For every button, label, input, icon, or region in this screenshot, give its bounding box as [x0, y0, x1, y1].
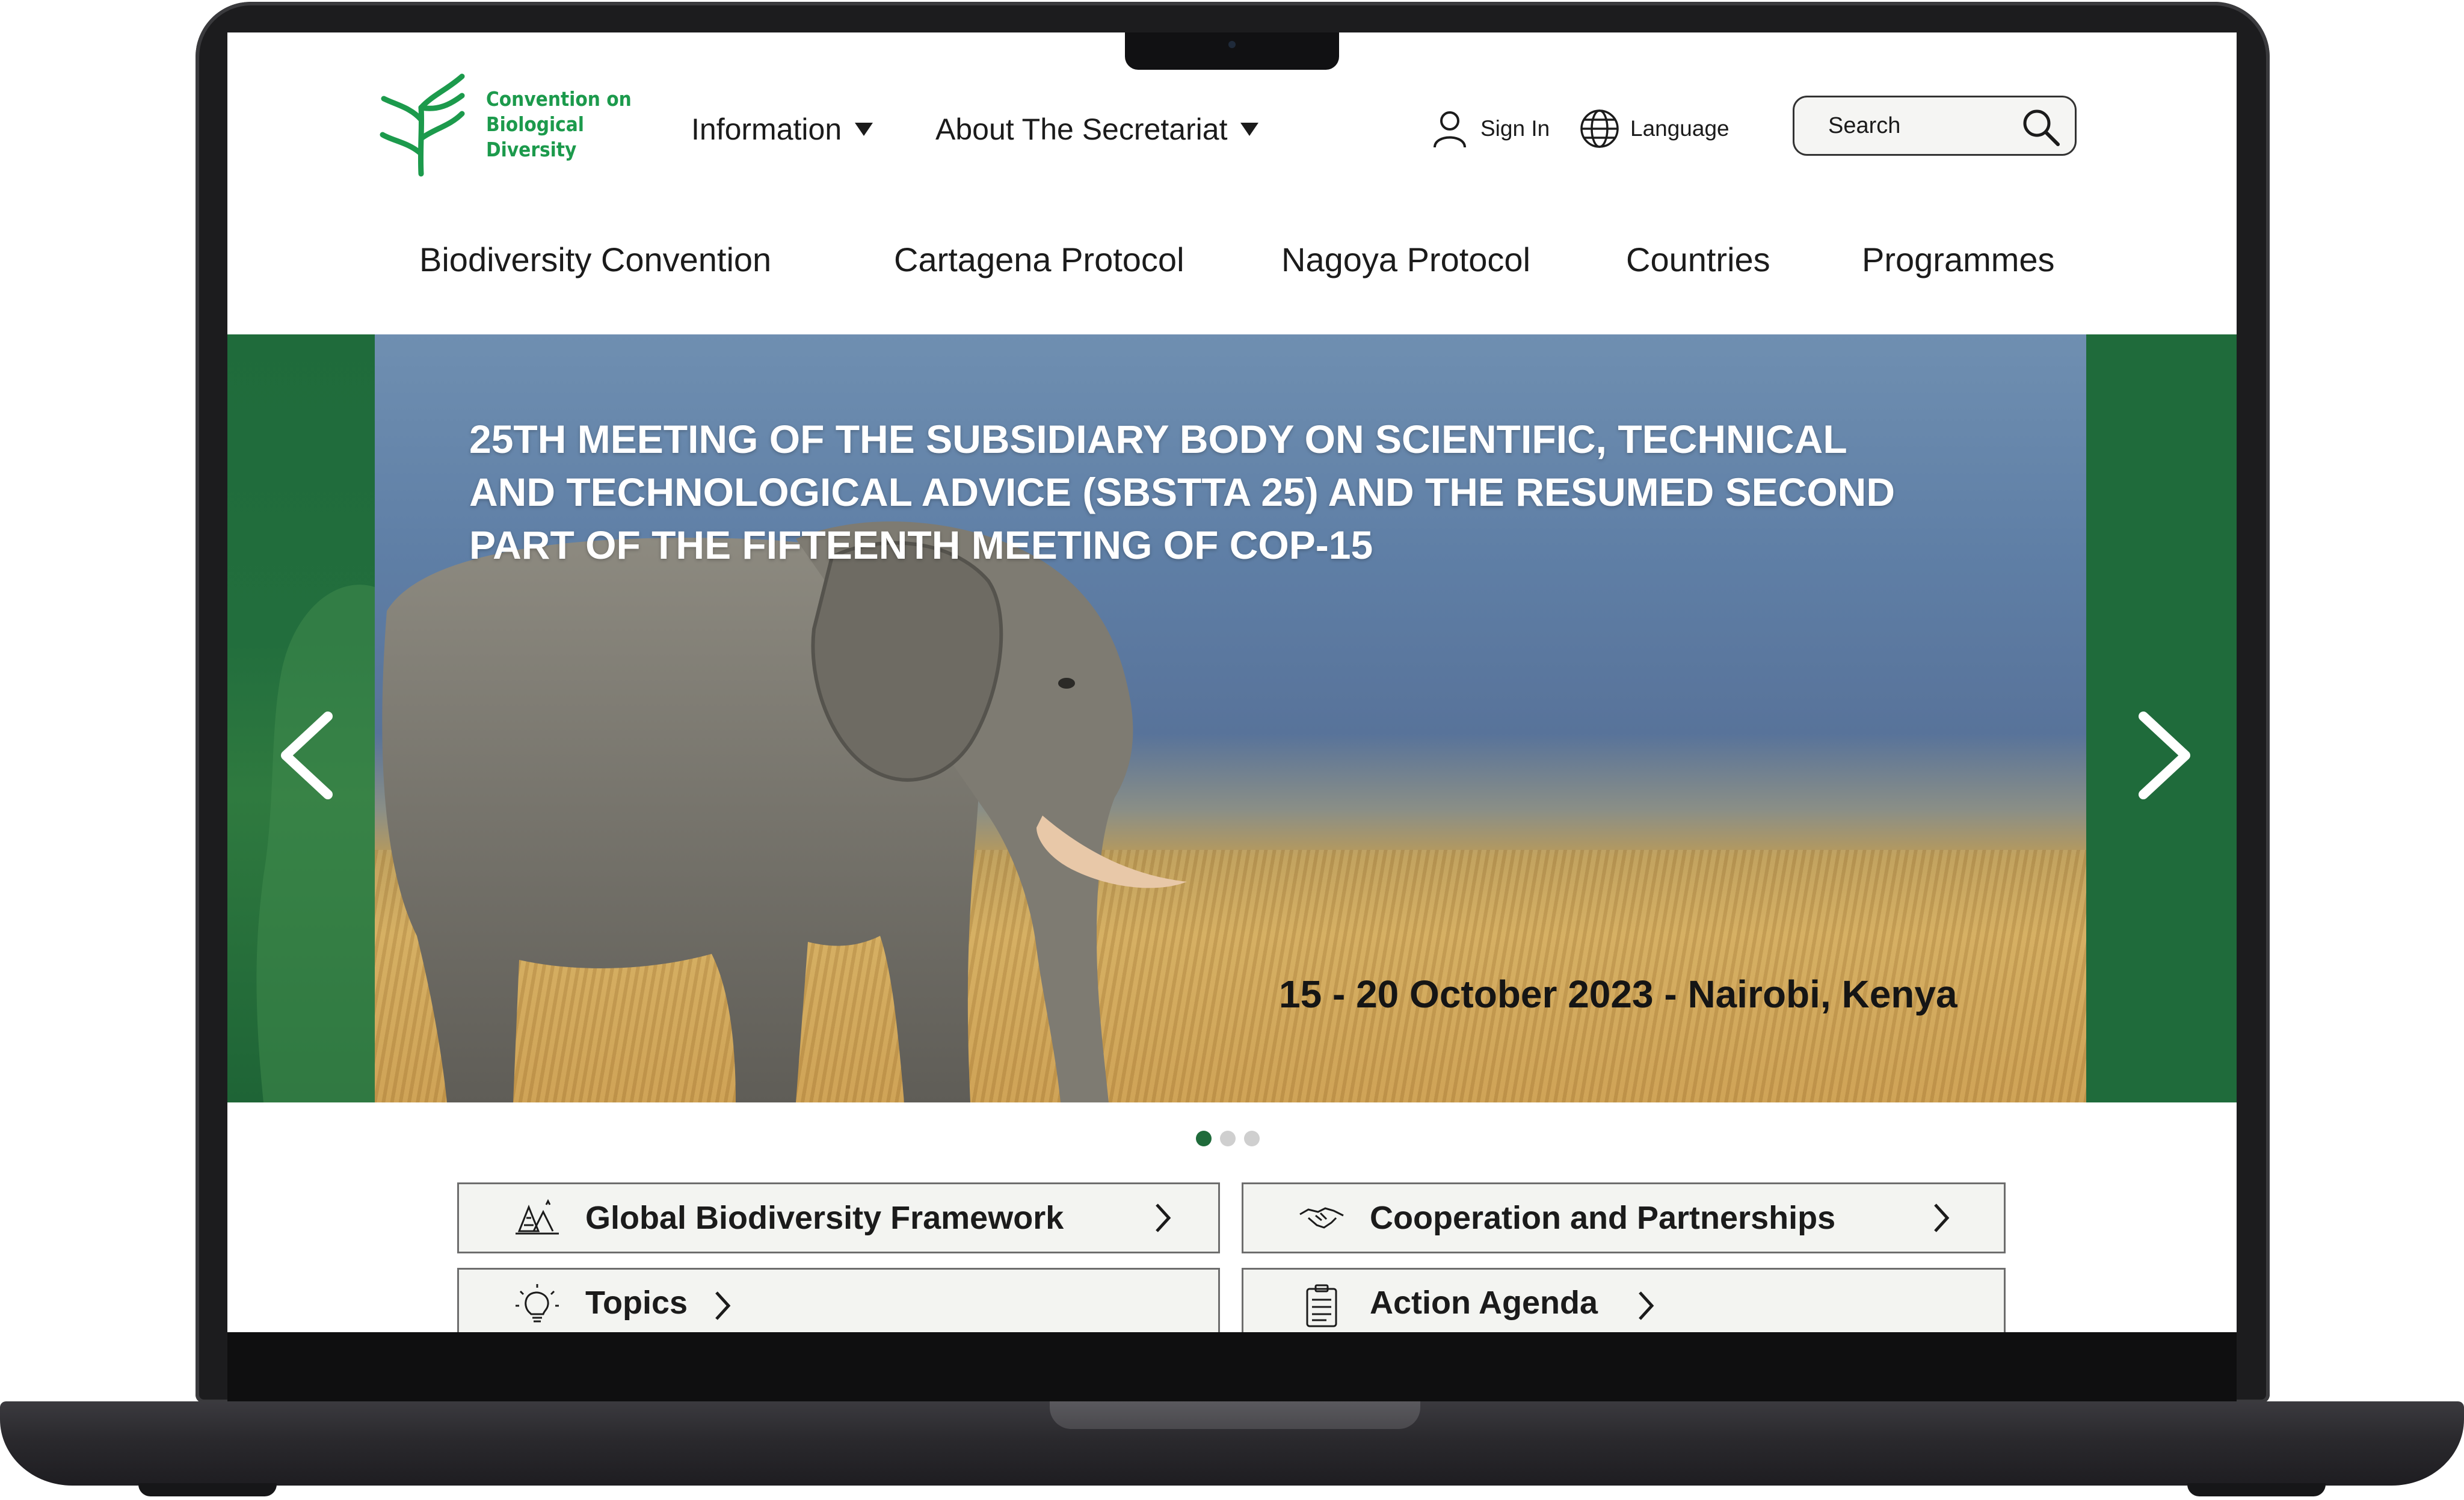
laptop-foot-left [138, 1483, 277, 1496]
search-icon[interactable] [2019, 106, 2062, 148]
chevron-right-icon [2139, 712, 2190, 799]
card-label: Global Biodiversity Framework [585, 1200, 1064, 1236]
main-navigation: Biodiversity Convention Cartagena Protoc… [227, 240, 2237, 294]
elephant-illustration [382, 521, 1187, 1102]
logo-text: Convention on Biological Diversity [486, 87, 667, 162]
search-box [1793, 96, 2077, 156]
carousel-prev-button[interactable] [271, 707, 343, 804]
tab-cartagena-protocol[interactable]: Cartagena Protocol [894, 240, 1184, 279]
caret-down-icon [1240, 123, 1259, 136]
globe-icon [1580, 109, 1619, 148]
carousel-next-button[interactable] [2128, 707, 2201, 804]
camera-icon [1228, 41, 1236, 48]
chevron-right-icon [715, 1291, 731, 1320]
hero-title-line-2: AND TECHNOLOGICAL ADVICE (SBSTTA 25) AND… [469, 470, 1896, 514]
logo-line-2: Biological Diversity [486, 112, 584, 161]
hero-carousel: 25TH MEETING OF THE SUBSIDIARY BODY ON S… [227, 334, 2237, 1102]
sign-in-link[interactable]: Sign In [1429, 108, 1550, 150]
clipboard-icon [1306, 1284, 1337, 1327]
leaf-logo-icon [380, 73, 465, 177]
sign-in-label: Sign In [1480, 116, 1550, 141]
laptop-bezel-bottom [227, 1332, 2237, 1401]
laptop-hinge-groove [1050, 1401, 1420, 1429]
card-global-biodiversity-framework[interactable]: Global Biodiversity Framework [457, 1182, 1220, 1253]
language-label: Language [1630, 116, 1729, 141]
hero-title-line-1: 25TH MEETING OF THE SUBSIDIARY BODY ON S… [469, 417, 1847, 461]
card-label: Cooperation and Partnerships [1370, 1200, 1836, 1236]
card-label: Action Agenda [1370, 1285, 1598, 1321]
carousel-dot-1[interactable] [1196, 1131, 1212, 1146]
chevron-right-icon [1639, 1291, 1654, 1320]
cbd-logo[interactable]: Convention on Biological Diversity [378, 72, 667, 177]
hero-title[interactable]: 25TH MEETING OF THE SUBSIDIARY BODY ON S… [469, 413, 2009, 571]
language-selector[interactable]: Language [1578, 108, 1729, 150]
nav-information[interactable]: Information [691, 112, 873, 147]
tab-programmes[interactable]: Programmes [1862, 240, 2055, 279]
camera-notch [1125, 32, 1339, 70]
chevron-right-icon [1934, 1203, 1950, 1232]
nav-about-secretariat-label: About The Secretariat [935, 112, 1228, 146]
logo-line-1: Convention on [486, 87, 632, 111]
carousel-dot-3[interactable] [1244, 1131, 1260, 1146]
chevron-left-icon [281, 712, 333, 799]
forest-icon [516, 1199, 559, 1235]
card-label: Topics [585, 1285, 688, 1321]
laptop-foot-right [2187, 1483, 2326, 1496]
carousel-dot-2[interactable] [1220, 1131, 1236, 1146]
caret-down-icon [855, 123, 873, 136]
card-topics[interactable]: Topics [457, 1268, 1220, 1332]
tab-countries[interactable]: Countries [1626, 240, 1770, 279]
chevron-right-icon [1156, 1203, 1171, 1232]
carousel-dots [1196, 1131, 1260, 1146]
card-cooperation-partnerships[interactable]: Cooperation and Partnerships [1242, 1182, 2006, 1253]
browser-screen: Convention on Biological Diversity Infor… [227, 32, 2237, 1332]
tab-nagoya-protocol[interactable]: Nagoya Protocol [1281, 240, 1530, 279]
tab-biodiversity-convention[interactable]: Biodiversity Convention [419, 240, 771, 279]
lightbulb-icon [516, 1284, 559, 1323]
card-action-agenda[interactable]: Action Agenda [1242, 1268, 2006, 1332]
user-icon [1434, 111, 1466, 148]
search-input[interactable] [1827, 104, 2034, 147]
hero-title-line-3: PART OF THE FIFTEENTH MEETING OF COP-15 [469, 523, 1373, 567]
nav-about-secretariat[interactable]: About The Secretariat [935, 112, 1259, 147]
handshake-icon [1299, 1207, 1344, 1229]
nav-information-label: Information [691, 112, 842, 146]
hero-date: 15 - 20 October 2023 - Nairobi, Kenya [1279, 973, 1957, 1016]
